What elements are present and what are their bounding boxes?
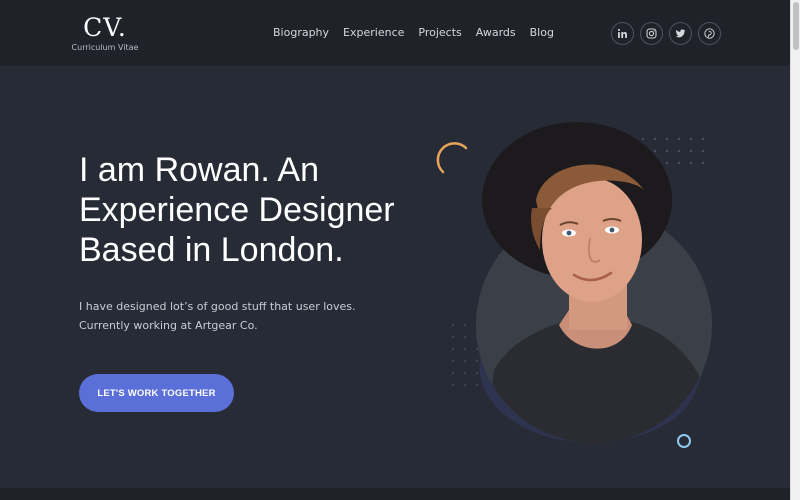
- page-scrollbar[interactable]: [790, 0, 800, 500]
- nav-link-awards[interactable]: Awards: [476, 26, 516, 39]
- pinterest-button[interactable]: [698, 22, 721, 45]
- hero-title-line: I am Rowan. An: [79, 151, 320, 189]
- twitter-icon: [675, 29, 686, 38]
- nav-link-experience[interactable]: Experience: [343, 26, 404, 39]
- instagram-icon: [646, 28, 657, 39]
- twitter-button[interactable]: [669, 22, 692, 45]
- decorative-ring-icon: [677, 434, 691, 448]
- main-nav: Biography Experience Projects Awards Blo…: [273, 26, 554, 39]
- next-section-edge: [0, 488, 790, 500]
- nav-link-biography[interactable]: Biography: [273, 26, 329, 39]
- hero-title: I am Rowan. An Experience Designer Based…: [79, 150, 429, 270]
- social-links: [611, 22, 721, 45]
- logo[interactable]: CV. Curriculum Vitae: [70, 14, 140, 53]
- linkedin-button[interactable]: [611, 22, 634, 45]
- hero-title-line: Based in London.: [79, 231, 344, 269]
- nav-link-blog[interactable]: Blog: [530, 26, 554, 39]
- hero-description-line: Currently working at Artgear Co.: [79, 319, 258, 332]
- site-header: CV. Curriculum Vitae Biography Experienc…: [0, 0, 790, 67]
- logo-subtitle: Curriculum Vitae: [71, 43, 139, 52]
- logo-mark[interactable]: CV.: [70, 14, 140, 42]
- hero-description-line: I have designed lot’s of good stuff that…: [79, 300, 356, 313]
- hero-description: I have designed lot’s of good stuff that…: [79, 297, 356, 335]
- hero-title-line: Experience Designer: [79, 191, 395, 229]
- profile-photo: [476, 122, 712, 443]
- instagram-button[interactable]: [640, 22, 663, 45]
- scrollbar-thumb[interactable]: [793, 2, 799, 50]
- linkedin-icon: [617, 28, 627, 38]
- decorative-arc-icon: [436, 142, 468, 174]
- pinterest-icon: [704, 28, 715, 39]
- work-together-button[interactable]: LET'S WORK TOGETHER: [79, 374, 234, 412]
- nav-link-projects[interactable]: Projects: [418, 26, 461, 39]
